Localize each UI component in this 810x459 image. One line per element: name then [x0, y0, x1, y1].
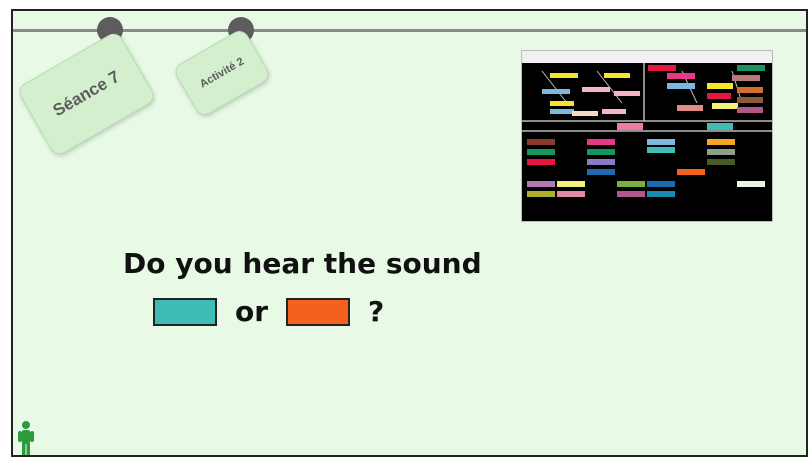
hanging-line [13, 29, 806, 32]
question-line-2: or ? [153, 295, 384, 328]
thumbnail-content [522, 63, 772, 197]
person-icon [18, 421, 34, 455]
seance-label: Séance 7 [49, 66, 123, 121]
orange-sound-swatch[interactable] [286, 297, 351, 326]
question-mark: ? [368, 295, 385, 328]
question-line-1: Do you hear the sound [123, 247, 482, 280]
or-text: or [235, 295, 269, 328]
teal-sound-swatch[interactable] [153, 297, 217, 326]
thumbnail-toolbar [522, 51, 772, 63]
screenshot-thumbnail[interactable] [521, 50, 773, 222]
activite-tag[interactable]: Activité 2 [171, 27, 273, 119]
seance-tag[interactable]: Séance 7 [15, 30, 158, 158]
slide: Séance 7 Activité 2 Do you hear the soun… [11, 9, 808, 457]
activite-label: Activité 2 [197, 55, 247, 91]
